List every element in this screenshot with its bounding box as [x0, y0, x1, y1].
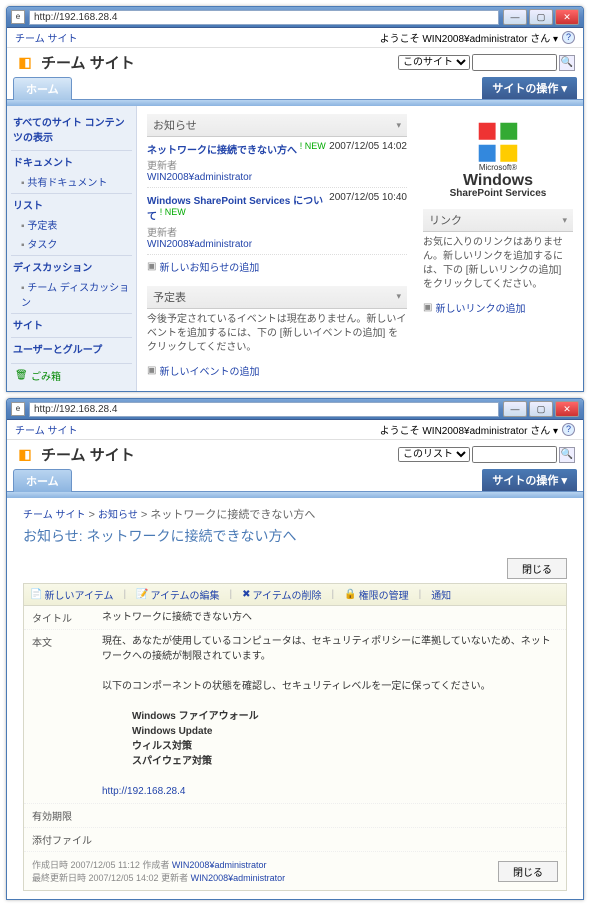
welcome-menu[interactable]: ようこそ WIN2008¥administrator さん ▾: [380, 30, 558, 45]
add-link-link[interactable]: 新しいリンクの追加: [423, 296, 573, 319]
help-icon[interactable]: ?: [562, 423, 575, 436]
search-area: このサイト 🔍: [398, 54, 575, 71]
field-label-expire: 有効期限: [32, 808, 102, 823]
ql-item-team-discussion[interactable]: チーム ディスカッション: [11, 277, 132, 311]
close-button[interactable]: ✕: [555, 9, 579, 25]
add-event-link[interactable]: 新しいイベントの追加: [147, 359, 407, 382]
tab-home[interactable]: ホーム: [13, 77, 72, 100]
breadcrumb-current: ネットワークに接続できない方へ: [150, 509, 315, 521]
search-go-button[interactable]: 🔍: [559, 55, 575, 71]
field-label-title: タイトル: [32, 610, 102, 625]
site-logo-icon: ◧: [15, 53, 35, 73]
breadcrumb: チーム サイト > お知らせ > ネットワークに接続できない方へ: [23, 506, 567, 522]
global-nav: チーム サイト ようこそ WIN2008¥administrator さん ▾ …: [7, 28, 583, 48]
toolbar-new-item[interactable]: 📄新しいアイテム: [30, 587, 113, 602]
team-site-link[interactable]: チーム サイト: [15, 422, 77, 437]
help-icon[interactable]: ?: [562, 31, 575, 44]
site-title: ◧ チーム サイト: [15, 52, 135, 73]
maximize-button[interactable]: ▢: [529, 9, 553, 25]
page-title: お知らせ: ネットワークに接続できない方へ: [23, 522, 567, 554]
item-detail-box: 📄新しいアイテム | 📝アイテムの編集 | ✖アイテムの削除 | 🔒権限の管理 …: [23, 583, 567, 891]
toolbar-notify[interactable]: 通知: [431, 587, 451, 602]
team-site-link[interactable]: チーム サイト: [15, 30, 77, 45]
breadcrumb-link[interactable]: お知らせ: [98, 510, 138, 521]
webpart-calendar-title: 予定表 ▾: [147, 286, 407, 309]
ql-item-calendar[interactable]: 予定表: [11, 215, 132, 234]
new-badge: ! NEW: [160, 207, 186, 217]
webpart-links-title: リンク ▾: [423, 209, 573, 232]
close-button[interactable]: ✕: [555, 401, 579, 417]
body-url-link[interactable]: http://192.168.28.4: [102, 786, 185, 797]
announcement-item: 2007/12/05 14:02 ネットワークに接続できない方へ ! NEW 更…: [147, 137, 407, 188]
site-actions-menu[interactable]: サイトの操作 ▾: [482, 469, 577, 491]
search-scope-select[interactable]: このサイト: [398, 55, 470, 70]
titlebar: e http://192.168.28.4 — ▢ ✕: [7, 399, 583, 420]
close-item-button-bottom[interactable]: 閉じる: [498, 861, 558, 882]
site-title: ◧ チーム サイト: [15, 444, 135, 465]
announcement-item: 2007/12/05 10:40 Windows SharePoint Serv…: [147, 188, 407, 254]
field-value-title: ネットワークに接続できない方へ: [102, 610, 558, 625]
user-link[interactable]: WIN2008¥administrator: [191, 873, 286, 883]
site-actions-menu[interactable]: サイトの操作 ▾: [482, 77, 577, 99]
search-scope-select[interactable]: このリスト: [398, 447, 470, 462]
titlebar: e http://192.168.28.4 — ▢ ✕: [7, 7, 583, 28]
field-label-body: 本文: [32, 634, 102, 649]
minimize-button[interactable]: —: [503, 401, 527, 417]
new-badge: ! NEW: [300, 141, 326, 151]
minimize-button[interactable]: —: [503, 9, 527, 25]
quick-launch: すべてのサイト コンテンツの表示 ドキュメント 共有ドキュメント リスト 予定表…: [7, 106, 137, 391]
toolbar-delete-item[interactable]: ✖アイテムの削除: [242, 587, 321, 602]
tab-home[interactable]: ホーム: [13, 469, 72, 492]
field-label-attachment: 添付ファイル: [32, 832, 102, 847]
ql-section-documents[interactable]: ドキュメント: [11, 150, 132, 172]
sharepoint-logo: ◼◼◼◼ Microsoft® Windows SharePoint Servi…: [423, 114, 573, 209]
user-link[interactable]: WIN2008¥administrator: [147, 239, 252, 250]
item-audit-info: 作成日時 2007/12/05 11:12 作成者 WIN2008¥admini…: [32, 858, 285, 884]
toolbar-edit-item[interactable]: 📝アイテムの編集: [136, 587, 219, 602]
favicon: e: [11, 10, 25, 24]
recycle-bin-link[interactable]: 🗑 ごみ箱: [11, 363, 132, 387]
windows-flag-icon: ◼◼◼◼: [476, 118, 519, 162]
ql-section-discussion[interactable]: ディスカッション: [11, 255, 132, 277]
calendar-empty-message: 今後予定されているイベントは現在ありません。新しいイベントを追加するには、下の …: [147, 309, 407, 359]
announcement-date: 2007/12/05 14:02: [329, 141, 407, 152]
ql-section-users-groups[interactable]: ユーザーとグループ: [11, 337, 132, 359]
search-input[interactable]: [472, 54, 557, 71]
site-logo-icon: ◧: [15, 445, 35, 465]
favicon: e: [11, 402, 25, 416]
user-link[interactable]: WIN2008¥administrator: [172, 860, 267, 870]
welcome-menu[interactable]: ようこそ WIN2008¥administrator さん ▾: [380, 422, 558, 437]
recycle-icon: 🗑: [15, 370, 27, 382]
chevron-down-icon[interactable]: ▾: [396, 120, 401, 131]
links-empty-message: お気に入りのリンクはありません。新しいリンクを追加するには、下の [新しいリンク…: [423, 232, 573, 296]
search-go-button[interactable]: 🔍: [559, 447, 575, 463]
ql-section-sites[interactable]: サイト: [11, 313, 132, 335]
webpart-announcements-title: お知らせ ▾: [147, 114, 407, 137]
browser-window-1: e http://192.168.28.4 — ▢ ✕ チーム サイト ようこそ…: [6, 6, 584, 392]
ql-view-all[interactable]: すべてのサイト コンテンツの表示: [11, 110, 132, 148]
item-toolbar: 📄新しいアイテム | 📝アイテムの編集 | ✖アイテムの削除 | 🔒権限の管理 …: [24, 584, 566, 606]
ql-item-shared-docs[interactable]: 共有ドキュメント: [11, 172, 132, 191]
ql-section-lists[interactable]: リスト: [11, 193, 132, 215]
global-nav: チーム サイト ようこそ WIN2008¥administrator さん ▾ …: [7, 420, 583, 440]
maximize-button[interactable]: ▢: [529, 401, 553, 417]
add-announcement-link[interactable]: 新しいお知らせの追加: [147, 255, 407, 278]
chevron-down-icon[interactable]: ▾: [396, 291, 401, 302]
field-value-body: 現在、あなたが使用しているコンピュータは、セキュリティポリシーに準拠していないた…: [102, 634, 558, 799]
ql-item-tasks[interactable]: タスク: [11, 234, 132, 253]
address-bar[interactable]: http://192.168.28.4: [29, 10, 499, 25]
address-bar[interactable]: http://192.168.28.4: [29, 402, 499, 417]
breadcrumb-link[interactable]: チーム サイト: [23, 510, 85, 521]
search-area: このリスト 🔍: [398, 446, 575, 463]
user-link[interactable]: WIN2008¥administrator: [147, 172, 252, 183]
announcement-link[interactable]: ネットワークに接続できない方へ: [147, 145, 297, 156]
toolbar-manage-permissions[interactable]: 🔒権限の管理: [344, 587, 408, 602]
announcement-date: 2007/12/05 10:40: [329, 192, 407, 203]
search-input[interactable]: [472, 446, 557, 463]
chevron-down-icon[interactable]: ▾: [562, 215, 567, 226]
browser-window-2: e http://192.168.28.4 — ▢ ✕ チーム サイト ようこそ…: [6, 398, 584, 900]
close-item-button-top[interactable]: 閉じる: [507, 558, 567, 579]
